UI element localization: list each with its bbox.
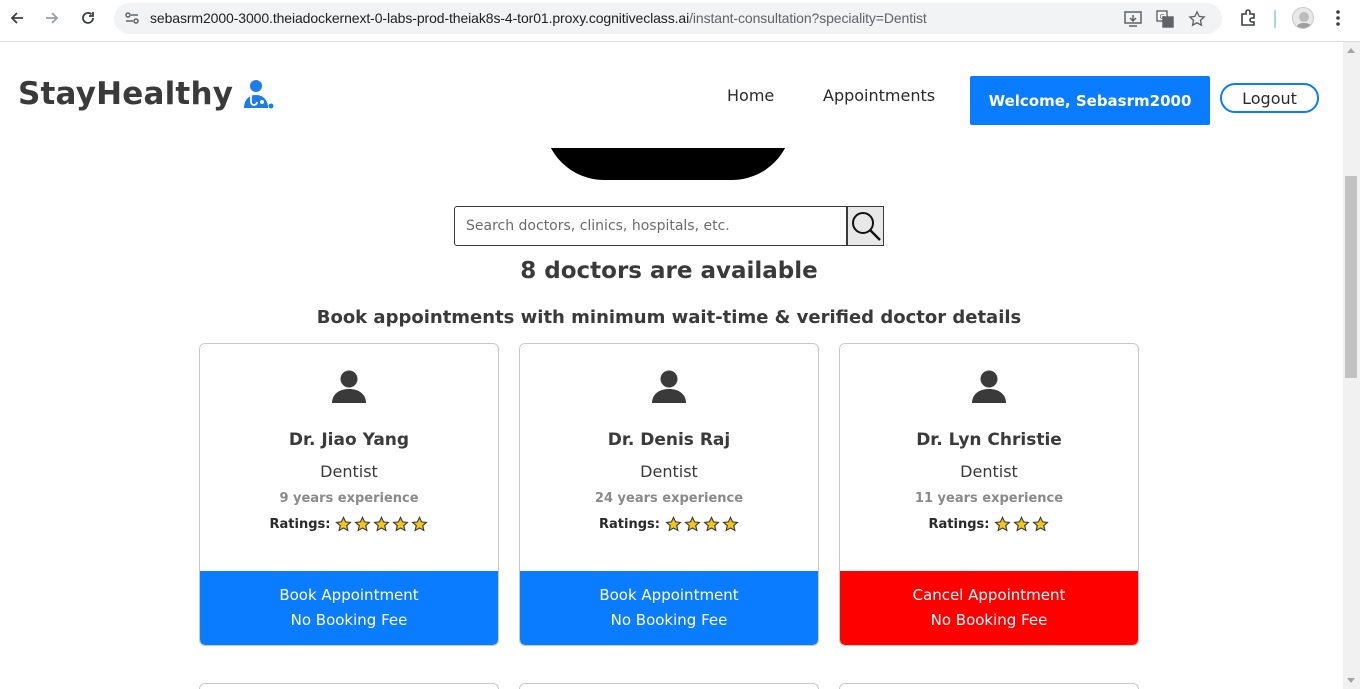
action-label: Book Appointment	[599, 586, 739, 604]
bookmark-star-icon[interactable]	[1186, 8, 1208, 30]
doctor-experience: 9 years experience	[279, 491, 419, 506]
doctor-name: Dr. Denis Raj	[607, 430, 731, 450]
nav-home-link[interactable]: Home	[727, 86, 774, 105]
star-icon	[411, 516, 429, 532]
doctor-name: Dr. Lyn Christie	[916, 430, 1062, 450]
booking-subtitle: Book appointments with minimum wait-time…	[316, 307, 1022, 328]
kebab-menu-icon[interactable]	[1326, 7, 1350, 29]
doctor-card: Dr. Jiao Yang Dentist 9 years experience…	[199, 343, 499, 646]
rating-label: Ratings:	[928, 517, 990, 532]
scrollbar-thumb[interactable]	[1345, 176, 1357, 378]
star-icon	[335, 516, 353, 532]
doctor-count-heading: 8 doctors are available	[520, 258, 818, 284]
address-bar[interactable]: sebasrm2000-3000.theiadockernext-0-labs-…	[114, 3, 1222, 34]
scroll-up-arrow-icon[interactable]	[1347, 48, 1355, 53]
nav-appointments-link[interactable]: Appointments	[823, 86, 935, 105]
star-icon	[684, 516, 701, 532]
star-icon	[722, 516, 739, 532]
doctor-speciality: Dentist	[320, 462, 378, 481]
search-input[interactable]	[454, 206, 847, 246]
rating-stars	[665, 516, 739, 533]
doctor-card	[839, 683, 1139, 689]
brand-logo[interactable]: StayHealthy	[18, 76, 275, 112]
toolbar-divider	[1274, 10, 1276, 28]
action-fee-label: No Booking Fee	[290, 611, 408, 629]
doctor-rating: Ratings:	[520, 516, 818, 533]
rating-stars	[994, 516, 1050, 533]
reload-icon[interactable]	[74, 7, 102, 29]
action-fee-label: No Booking Fee	[930, 611, 1048, 629]
profile-avatar[interactable]	[1292, 7, 1314, 29]
forward-icon[interactable]	[38, 7, 66, 29]
site-header: StayHealthy Home Appointments Welcome, S…	[0, 42, 1343, 148]
page-scrollbar[interactable]	[1343, 42, 1360, 689]
doctor-rating: Ratings:	[840, 516, 1138, 533]
star-icon	[994, 516, 1012, 532]
doctor-avatar-icon	[972, 370, 1006, 403]
scroll-down-arrow-icon[interactable]	[1347, 678, 1355, 683]
doctor-avatar-icon	[332, 370, 366, 403]
action-label: Cancel Appointment	[912, 586, 1066, 604]
doctor-card: Dr. Denis Raj Dentist 24 years experienc…	[519, 343, 819, 646]
star-icon	[373, 516, 391, 532]
rating-stars	[335, 516, 429, 533]
page-viewport: StayHealthy Home Appointments Welcome, S…	[0, 42, 1343, 689]
back-icon[interactable]	[3, 7, 31, 29]
doctor-speciality: Dentist	[640, 462, 698, 481]
translate-icon[interactable]: G	[1154, 8, 1176, 30]
star-icon	[354, 516, 372, 532]
search-icon	[851, 212, 881, 241]
doctor-name: Dr. Jiao Yang	[288, 430, 410, 450]
url-text[interactable]: sebasrm2000-3000.theiadockernext-0-labs-…	[150, 10, 927, 26]
doctor-logo-icon	[244, 80, 274, 109]
doctor-card: Dr. Lyn Christie Dentist 11 years experi…	[839, 343, 1139, 646]
star-icon	[1013, 516, 1031, 532]
doctor-card	[519, 683, 819, 689]
install-app-icon[interactable]	[1122, 8, 1144, 30]
logout-button[interactable]: Logout	[1220, 83, 1319, 113]
book-appointment-button[interactable]: Book Appointment No Booking Fee	[520, 571, 818, 645]
browser-toolbar: sebasrm2000-3000.theiadockernext-0-labs-…	[0, 0, 1360, 42]
doctor-experience: 11 years experience	[914, 491, 1064, 506]
search-button[interactable]	[847, 206, 884, 246]
site-info-icon[interactable]	[123, 9, 141, 27]
welcome-user-button[interactable]: Welcome, Sebasrm2000	[970, 76, 1210, 125]
star-icon	[703, 516, 720, 532]
doctor-avatar-icon	[652, 370, 686, 403]
doctor-experience: 24 years experience	[594, 491, 744, 506]
action-label: Book Appointment	[279, 586, 419, 604]
rating-label: Ratings:	[269, 517, 331, 532]
extensions-icon[interactable]	[1236, 7, 1260, 29]
cancel-appointment-button[interactable]: Cancel Appointment No Booking Fee	[840, 571, 1138, 645]
star-icon	[392, 516, 410, 532]
brand-name: StayHealthy	[18, 76, 234, 112]
star-icon	[1032, 516, 1050, 532]
url-path: /instant-consultation?speciality=Dentist	[689, 10, 927, 26]
action-fee-label: No Booking Fee	[610, 611, 728, 629]
svg-text:G: G	[1160, 13, 1165, 21]
doctor-card	[199, 683, 499, 689]
star-icon	[665, 516, 682, 532]
url-host: sebasrm2000-3000.theiadockernext-0-labs-…	[150, 10, 690, 26]
doctor-rating: Ratings:	[200, 516, 498, 533]
book-appointment-button[interactable]: Book Appointment No Booking Fee	[200, 571, 498, 645]
rating-label: Ratings:	[599, 517, 660, 532]
doctor-speciality: Dentist	[960, 462, 1018, 481]
